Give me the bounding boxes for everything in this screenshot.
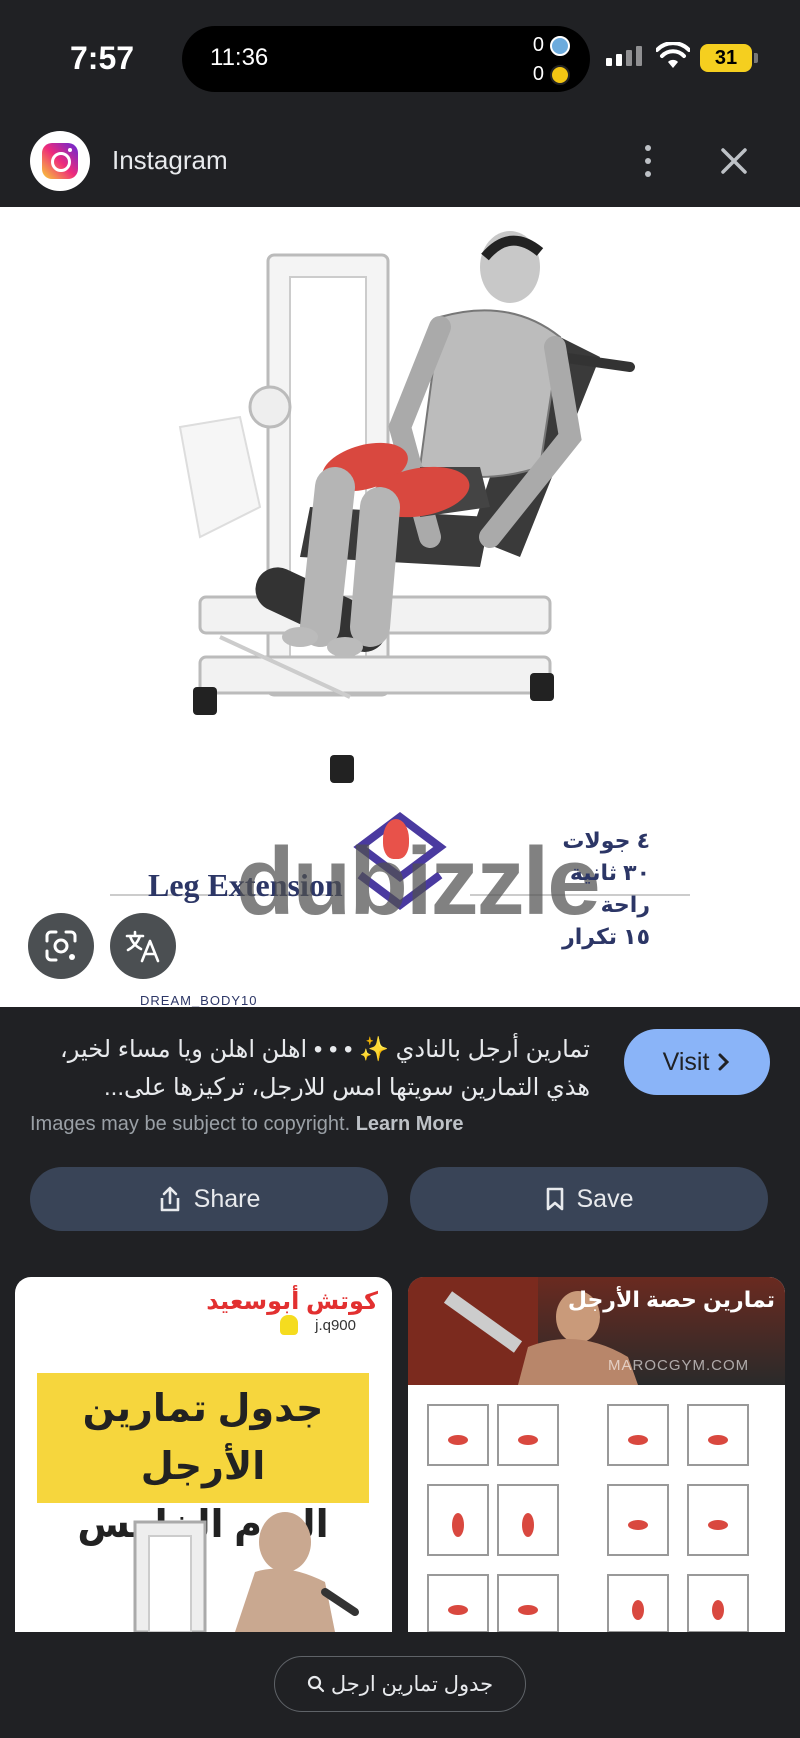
card-title: تمارين حصة الأرجل	[567, 1287, 775, 1312]
info-rounds: ٤ جولات	[562, 828, 650, 853]
search-icon	[307, 1675, 324, 1693]
score-row-home: 0	[533, 34, 570, 57]
cellular-signal-icon	[606, 46, 642, 66]
machine-illustration	[133, 1512, 359, 1632]
coach-handle: j.q900	[315, 1317, 356, 1334]
snapchat-icon	[280, 1315, 298, 1335]
score-away: 0	[532, 63, 544, 85]
share-icon	[160, 1186, 179, 1212]
card-headline-line1: جدول تمارين الأرجل	[82, 1388, 324, 1488]
lens-button[interactable]	[28, 913, 94, 979]
related-image-card[interactable]: كوتش أبوسعيد j.q900 جدول تمارين الأرجل ا…	[15, 1277, 392, 1632]
status-time: 7:57	[70, 40, 135, 76]
share-label: Share	[193, 1184, 261, 1213]
status-bar: 7:57 11:36 0 0 31	[0, 0, 800, 115]
main-image[interactable]: Leg Extension dubizzle ٤ جولات ٣٠ ثانية …	[0, 207, 800, 1007]
save-button[interactable]: Save	[410, 1167, 768, 1231]
source-header: Instagram	[0, 115, 800, 207]
coach-name: كوتش أبوسعيد	[206, 1288, 378, 1315]
save-label: Save	[576, 1184, 634, 1213]
visit-label: Visit	[662, 1047, 710, 1076]
page: 7:57 11:36 0 0 31 Instagram Leg Extensio…	[0, 0, 800, 1738]
info-rest: ٣٠ ثانية راحة	[569, 860, 650, 917]
search-query-chip[interactable]: جدول تمارين ارجل	[274, 1656, 526, 1712]
instagram-logo-icon[interactable]	[30, 131, 90, 191]
info-reps: ١٥ تكرار	[562, 924, 650, 949]
related-images-grid: كوتش أبوسعيد j.q900 جدول تمارين الأرجل ا…	[0, 1247, 800, 1632]
wifi-icon	[656, 42, 690, 68]
copyright-notice: Images may be subject to copyright. Lear…	[30, 1113, 464, 1136]
learn-more-link[interactable]: Learn More	[356, 1113, 464, 1135]
team-crest-icon	[550, 64, 570, 85]
card-banner: تمارين حصة الأرجل MAROCGYM.COM	[408, 1277, 785, 1385]
exercise-info: ٤ جولات ٣٠ ثانية راحة ١٥ تكرار	[540, 825, 650, 953]
battery-icon: 31	[700, 44, 752, 72]
close-icon[interactable]	[716, 143, 752, 179]
chevron-right-icon	[718, 1053, 730, 1071]
live-score: 0 0	[533, 34, 570, 86]
visit-button[interactable]: Visit	[624, 1029, 770, 1095]
copyright-text: Images may be subject to copyright.	[30, 1113, 351, 1135]
card-headline: جدول تمارين الأرجل اليوم الخامس	[37, 1373, 369, 1546]
source-title[interactable]: Instagram	[112, 145, 228, 176]
bookmark-icon	[546, 1187, 563, 1211]
image-handle: DREAM_BODY10	[140, 993, 258, 1007]
more-options-icon[interactable]	[636, 141, 660, 181]
bottom-bar: جدول تمارين ارجل	[0, 1632, 800, 1738]
related-image-card[interactable]: تمارين حصة الأرجل MAROCGYM.COM	[408, 1277, 785, 1632]
team-crest-icon	[550, 35, 570, 56]
share-button[interactable]: Share	[30, 1167, 388, 1231]
battery-tip	[754, 53, 758, 63]
score-row-away: 0	[533, 63, 570, 86]
lens-icon	[45, 930, 77, 962]
dynamic-island[interactable]: 11:36 0 0	[182, 26, 590, 92]
image-info-panel: تمارين أرجل بالنادي ✨ • • • اهلن اهلن وي…	[0, 1007, 800, 1247]
battery-level: 31	[714, 46, 738, 69]
translate-icon	[125, 930, 160, 963]
exercise-collage	[427, 1404, 749, 1632]
translate-button[interactable]	[110, 913, 176, 979]
live-activity-time: 11:36	[210, 44, 269, 71]
image-caption[interactable]: تمارين أرجل بالنادي ✨ • • • اهلن اهلن وي…	[30, 1031, 590, 1107]
card-site: MAROCGYM.COM	[608, 1357, 750, 1374]
search-query: جدول تمارين ارجل	[330, 1672, 494, 1696]
score-home: 0	[532, 34, 544, 56]
